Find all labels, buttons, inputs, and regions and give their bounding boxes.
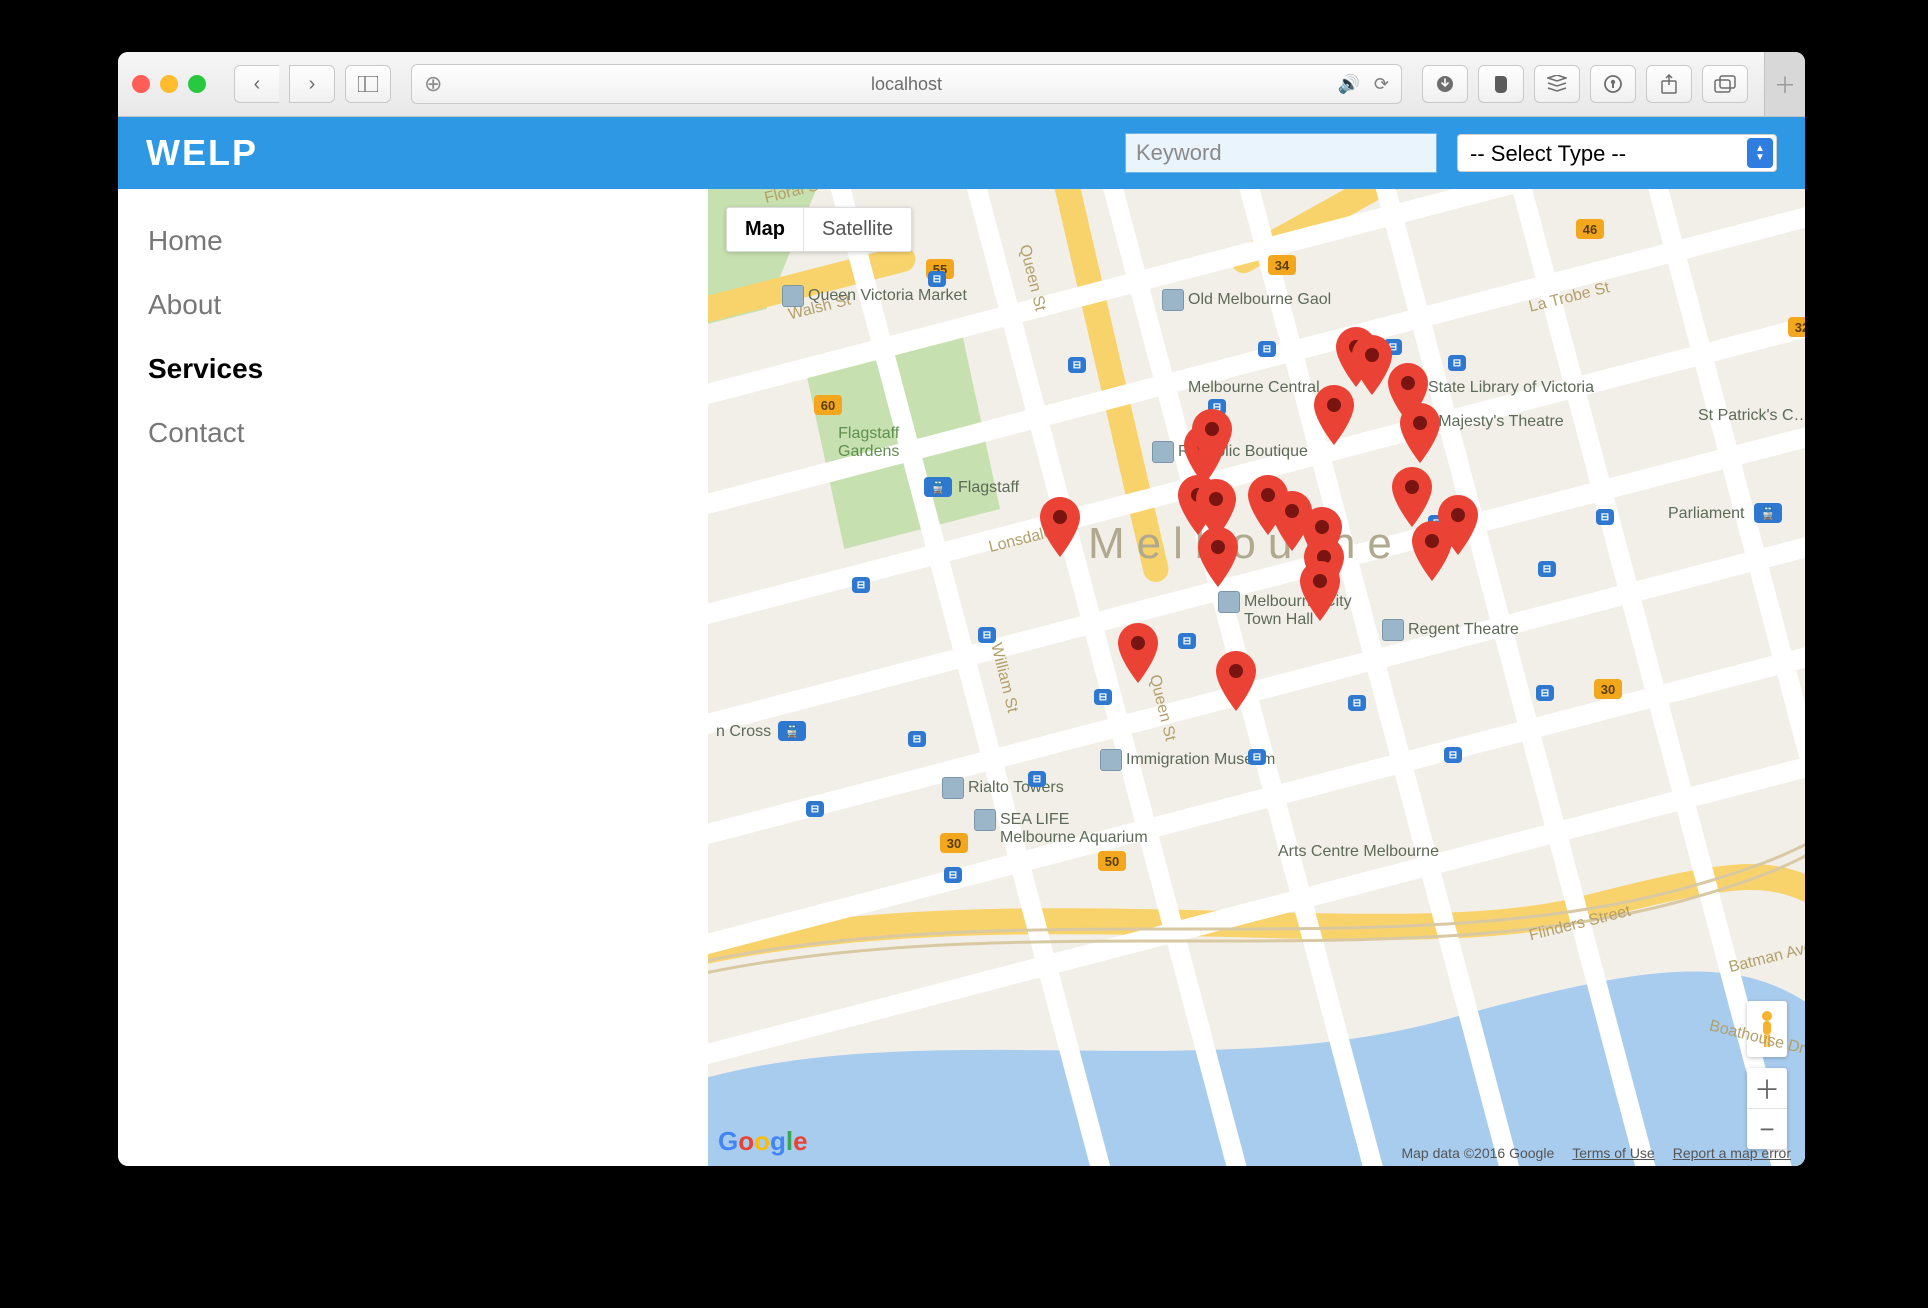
new-tab-button[interactable]: ＋ — [1764, 52, 1805, 116]
road-shield: 30 — [940, 833, 968, 853]
map-marker[interactable] — [1192, 409, 1232, 469]
map-type-toggle: Map Satellite — [726, 207, 912, 252]
safari-window: ‹ › ⊕ localhost 🔊 ⟳ — [118, 52, 1805, 1166]
poi-icon — [942, 777, 964, 799]
road-shield: 34 — [1268, 255, 1296, 275]
keyword-input[interactable] — [1125, 133, 1437, 173]
poi-icon — [1162, 289, 1184, 311]
address-text: localhost — [871, 74, 942, 95]
zoom-in-button[interactable]: ＋ — [1747, 1068, 1787, 1109]
sidebar-item-about[interactable]: About — [148, 273, 708, 337]
forward-button[interactable]: › — [289, 65, 335, 103]
sidebar-nav: HomeAboutServicesContact — [118, 189, 708, 1166]
tram-stop-icon: ⊟ — [1596, 509, 1614, 525]
onepassword-icon[interactable] — [1590, 65, 1636, 103]
app-header: WELP -- Select Type -- ▲▼ — [118, 117, 1805, 189]
road-shield: 32 — [1788, 317, 1805, 337]
zoom-controls: ＋ − — [1747, 1068, 1787, 1149]
road-shield: 60 — [814, 395, 842, 415]
road-shield: 46 — [1576, 219, 1604, 239]
map-base — [708, 189, 1805, 1166]
map-canvas[interactable]: Map Satellite Melbourne ＋ − Google — [708, 189, 1805, 1166]
tram-stop-icon: ⊟ — [944, 867, 962, 883]
tram-stop-icon: ⊟ — [1094, 689, 1112, 705]
sound-icon[interactable]: 🔊 — [1337, 74, 1359, 95]
tram-stop-icon: ⊟ — [1538, 561, 1556, 577]
google-logo: Google — [718, 1126, 808, 1157]
traffic-lights — [132, 75, 206, 93]
zoom-out-button[interactable]: − — [1747, 1109, 1787, 1149]
tram-stop-icon: ⊟ — [928, 271, 946, 287]
map-marker[interactable] — [1314, 385, 1354, 445]
map-credits: Map data ©2016 Google Terms of Use Repor… — [1401, 1145, 1791, 1161]
map-mode-button[interactable]: Map — [727, 208, 804, 251]
brand-logo[interactable]: WELP — [146, 132, 258, 174]
map-marker[interactable] — [1392, 467, 1432, 527]
rail-icon: 🚆 — [924, 477, 952, 497]
satellite-mode-button[interactable]: Satellite — [804, 208, 911, 251]
rail-icon: 🚆 — [1754, 503, 1782, 523]
download-icon[interactable] — [1422, 65, 1468, 103]
road-shield: 50 — [1098, 851, 1126, 871]
tram-stop-icon: ⊟ — [1068, 357, 1086, 373]
sidebar-item-contact[interactable]: Contact — [148, 401, 708, 465]
tram-stop-icon: ⊟ — [978, 627, 996, 643]
tram-stop-icon: ⊟ — [1444, 747, 1462, 763]
tram-stop-icon: ⊟ — [908, 731, 926, 747]
type-select[interactable]: -- Select Type -- — [1457, 134, 1777, 172]
map-marker[interactable] — [1400, 403, 1440, 463]
reload-icon[interactable]: ⟳ — [1374, 74, 1389, 95]
add-page-icon[interactable]: ⊕ — [424, 71, 442, 97]
map-marker[interactable] — [1300, 561, 1340, 621]
poi-icon — [782, 285, 804, 307]
address-bar[interactable]: ⊕ localhost 🔊 ⟳ — [411, 64, 1402, 104]
tram-stop-icon: ⊟ — [1536, 685, 1554, 701]
minimize-window-button[interactable] — [160, 75, 178, 93]
rail-icon: 🚆 — [778, 721, 806, 741]
poi-icon — [974, 809, 996, 831]
map-marker[interactable] — [1040, 497, 1080, 557]
poi-icon — [1218, 591, 1240, 613]
map-marker[interactable] — [1118, 623, 1158, 683]
tram-stop-icon: ⊟ — [1178, 633, 1196, 649]
tram-stop-icon: ⊟ — [852, 577, 870, 593]
map-marker[interactable] — [1438, 495, 1478, 555]
close-window-button[interactable] — [132, 75, 150, 93]
map-marker[interactable] — [1198, 527, 1238, 587]
map-marker[interactable] — [1352, 335, 1392, 395]
evernote-icon[interactable] — [1478, 65, 1524, 103]
share-icon[interactable] — [1646, 65, 1692, 103]
tram-stop-icon: ⊟ — [1448, 355, 1466, 371]
poi-icon — [1382, 619, 1404, 641]
sidebar-item-services[interactable]: Services — [148, 337, 708, 401]
tram-stop-icon: ⊟ — [1248, 749, 1266, 765]
poi-icon — [1152, 441, 1174, 463]
streetview-pegman[interactable] — [1747, 1001, 1787, 1057]
road-shield: 30 — [1594, 679, 1622, 699]
tram-stop-icon: ⊟ — [1028, 771, 1046, 787]
tram-stop-icon: ⊟ — [1258, 341, 1276, 357]
sidebar-button[interactable] — [345, 65, 391, 103]
tabs-icon[interactable] — [1702, 65, 1748, 103]
back-button[interactable]: ‹ — [234, 65, 279, 103]
map-marker[interactable] — [1216, 651, 1256, 711]
sidebar-item-home[interactable]: Home — [148, 209, 708, 273]
browser-toolbar: ‹ › ⊕ localhost 🔊 ⟳ — [118, 52, 1805, 117]
poi-icon — [1100, 749, 1122, 771]
buffer-icon[interactable] — [1534, 65, 1580, 103]
fullscreen-window-button[interactable] — [188, 75, 206, 93]
tram-stop-icon: ⊟ — [806, 801, 824, 817]
tram-stop-icon: ⊟ — [1348, 695, 1366, 711]
